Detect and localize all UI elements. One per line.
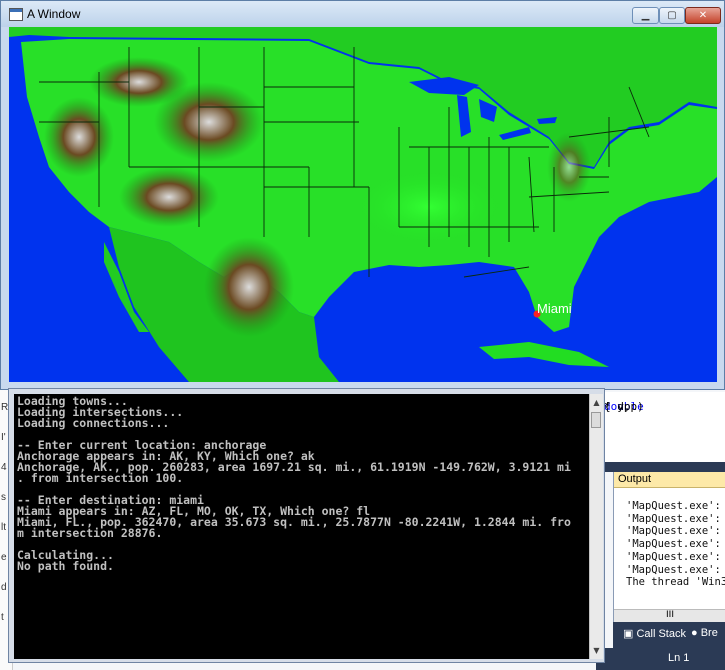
output-line: 'MapQuest.exe': (626, 550, 721, 563)
gutter-char: 4 (1, 462, 7, 473)
console-screen[interactable]: Loading towns... Loading intersections..… (14, 394, 589, 659)
gutter-char: lt (1, 522, 6, 533)
console-window: Loading towns... Loading intersections..… (8, 388, 605, 663)
status-bar: Ln 1 (596, 648, 725, 670)
console-vertical-scrollbar[interactable]: ▲ ▼ (589, 394, 603, 659)
gutter-char: d (1, 582, 7, 593)
call-stack-label: Call Stack (636, 628, 686, 640)
gutter-char: I' (1, 432, 6, 443)
window-title: A Window (27, 7, 81, 21)
ide-divider (596, 462, 725, 472)
scroll-thumb[interactable] (591, 412, 601, 428)
us-map[interactable]: Miami (9, 27, 717, 382)
breakpoints-label: Bre (700, 627, 718, 639)
output-pane[interactable]: Output 'MapQuest.exe': 'MapQuest.exe': 'Ma… (613, 472, 725, 622)
console-output: Loading towns... Loading intersections..… (17, 394, 571, 573)
tab-call-stack[interactable]: ▣ Call Stack (623, 627, 686, 640)
scroll-up-button[interactable]: ▲ (590, 396, 603, 409)
output-line: 'MapQuest.exe': (626, 512, 721, 525)
window-titlebar[interactable]: A Window ▁ ▢ ✕ (1, 1, 724, 27)
output-line: 'MapQuest.exe': (626, 525, 721, 538)
output-horizontal-scrollbar[interactable]: III (614, 609, 725, 622)
map-window: A Window ▁ ▢ ✕ Miami (0, 0, 725, 390)
gutter-char: s (1, 492, 6, 503)
southwest-plateau (119, 167, 219, 227)
gutter-char: t (1, 612, 4, 623)
great-basin (44, 97, 114, 177)
close-button[interactable]: ✕ (685, 7, 721, 24)
debug-tool-tabs: ▣ Call Stack ● Bre (613, 622, 725, 648)
scroll-down-button[interactable]: ▼ (590, 644, 603, 657)
output-line: The thread 'Win3 (626, 576, 725, 589)
output-line: 'MapQuest.exe': (626, 500, 721, 512)
gutter-char: e (1, 552, 7, 563)
status-line-number: Ln 1 (668, 652, 690, 664)
output-title: Output (614, 472, 725, 488)
maximize-button[interactable]: ▢ (659, 7, 685, 24)
tab-breakpoints[interactable]: ● Bre (691, 627, 718, 639)
code-editor[interactable]: * y, double * dpp) { (596, 392, 725, 462)
minimize-button[interactable]: ▁ (632, 7, 659, 24)
miami-label: Miami (537, 301, 572, 316)
mexican-highlands (204, 237, 294, 337)
output-line: 'MapQuest.exe': (626, 538, 721, 551)
window-app-icon (9, 8, 23, 21)
output-line: 'MapQuest.exe': (626, 563, 721, 576)
output-lines: 'MapQuest.exe': 'MapQuest.exe': 'MapQuest.… (614, 488, 725, 589)
